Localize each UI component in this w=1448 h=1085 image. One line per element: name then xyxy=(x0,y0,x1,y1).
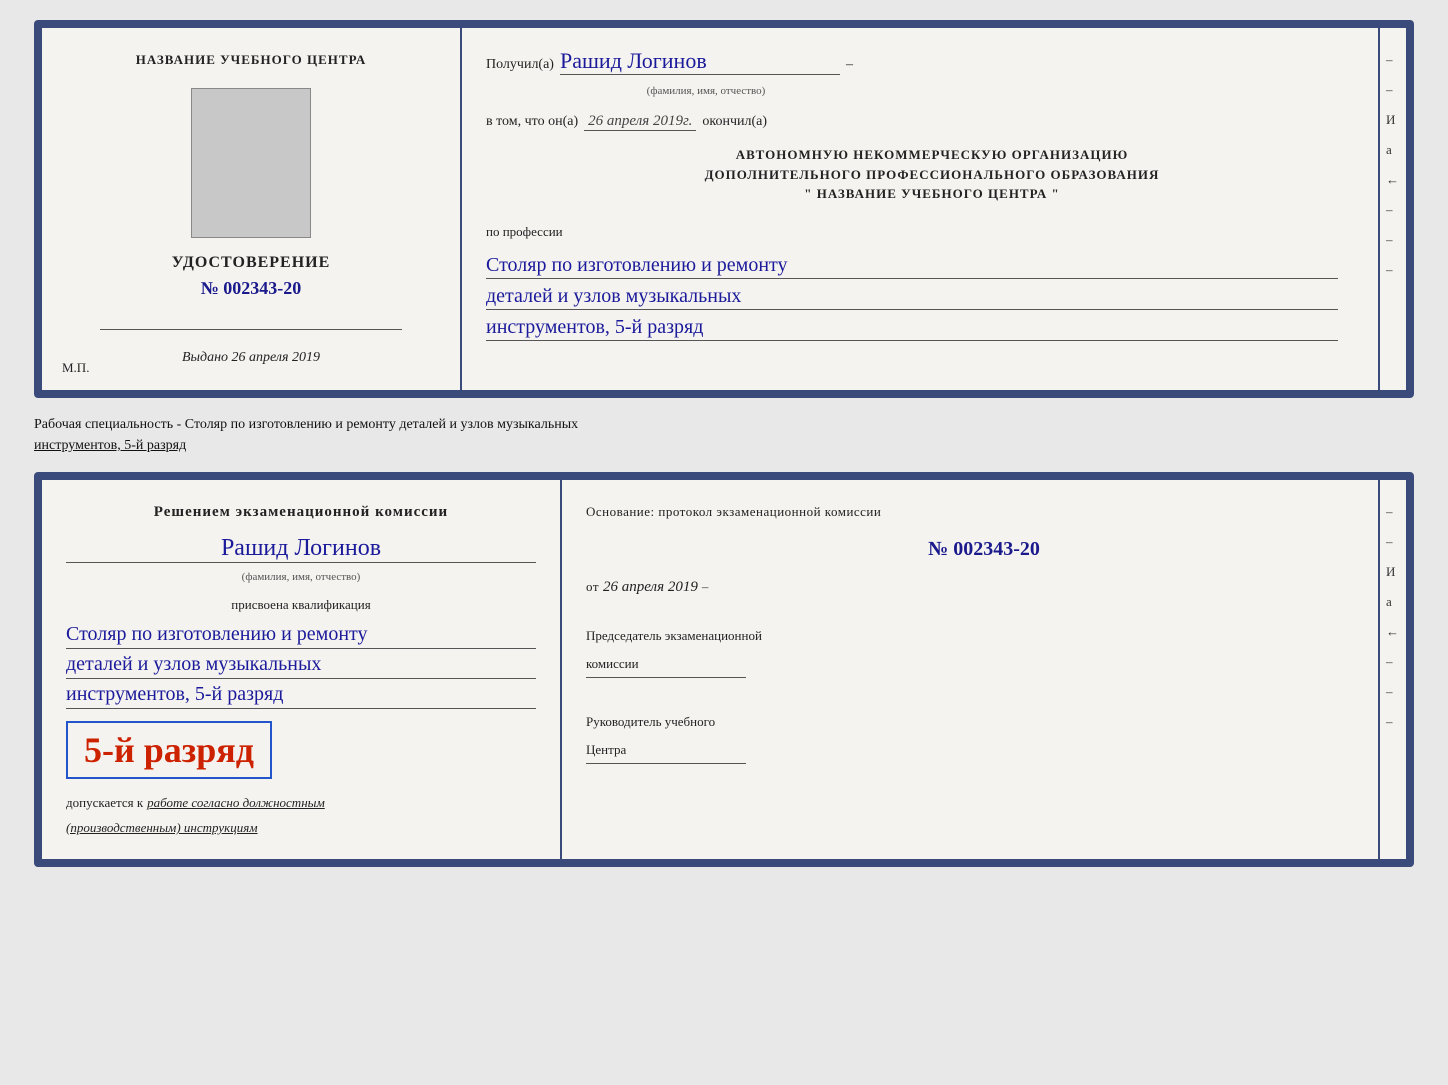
cert2-right-panel: Основание: протокол экзаменационной коми… xyxy=(562,480,1406,859)
cert1-number: № 002343-20 xyxy=(201,278,302,299)
cert1-vtom-label: в том, что он(а) xyxy=(486,114,578,130)
cert2-left-panel: Решением экзаменационной комиссии Рашид … xyxy=(42,480,562,859)
certificate-2: Решением экзаменационной комиссии Рашид … xyxy=(34,472,1414,867)
cert2-name-handwritten: Рашид Логинов xyxy=(66,535,536,563)
cert2-rukovoditel-label2: Центра xyxy=(586,740,1382,760)
cert2-rukovoditel-line xyxy=(586,763,746,764)
cert2-rukovoditel-label: Руководитель учебного xyxy=(586,712,1382,732)
cert1-profession-line1: Столяр по изготовлению и ремонту xyxy=(486,252,1338,279)
cert1-separator-line xyxy=(100,329,402,330)
cert1-name-handwritten: Рашид Логинов xyxy=(560,48,840,75)
cert2-ot-date: 26 апреля 2019 xyxy=(603,579,698,596)
cert1-profession-block: Столяр по изготовлению и ремонту деталей… xyxy=(486,250,1378,341)
cert2-qual-line1: Столяр по изготовлению и ремонту xyxy=(66,621,536,649)
cert2-predsedatel-block: Председатель экзаменационной комиссии xyxy=(586,618,1382,678)
cert2-dopusk-row2: (производственным) инструкциям xyxy=(66,819,536,837)
cert1-edge-letters: – – И а ← – – – xyxy=(1384,48,1402,282)
cert2-edge: – – И а ← – – – xyxy=(1378,480,1406,859)
cert1-dash: – xyxy=(846,57,853,73)
cert2-prisvoena-label: присвоена квалификация xyxy=(66,597,536,613)
cert1-vydano: Выдано 26 апреля 2019 xyxy=(182,350,320,366)
cert1-profession-line2: деталей и узлов музыкальных xyxy=(486,283,1338,310)
cert1-vtom-row: в том, что он(а) 26 апреля 2019г. окончи… xyxy=(486,113,1378,131)
cert1-recipient-row: Получил(а) Рашид Логинов – xyxy=(486,48,1378,75)
cert2-name-subtitle: (фамилия, имя, отчество) xyxy=(66,571,536,583)
cert1-left-panel: НАЗВАНИЕ УЧЕБНОГО ЦЕНТРА УДОСТОВЕРЕНИЕ №… xyxy=(42,28,462,390)
specialty-prefix: Рабочая специальность - Столяр по изгото… xyxy=(34,417,578,432)
cert2-heading: Решением экзаменационной комиссии xyxy=(66,502,536,523)
cert1-school-name: НАЗВАНИЕ УЧЕБНОГО ЦЕНТРА xyxy=(136,52,367,68)
cert2-rank-text: 5-й разряд xyxy=(84,730,254,770)
cert1-photo xyxy=(191,88,311,238)
cert1-org-block: АВТОНОМНУЮ НЕКОММЕРЧЕСКУЮ ОРГАНИЗАЦИЮ ДО… xyxy=(486,145,1378,204)
cert2-ot-label: от xyxy=(586,577,599,597)
certificate-1: НАЗВАНИЕ УЧЕБНОГО ЦЕНТРА УДОСТОВЕРЕНИЕ №… xyxy=(34,20,1414,398)
cert1-name-subtitle: (фамилия, имя, отчество) xyxy=(566,85,846,97)
cert2-predsedatel-label: Председатель экзаменационной xyxy=(586,626,1382,646)
cert2-predsedatel-line xyxy=(586,677,746,678)
cert1-okonchil-label: окончил(а) xyxy=(702,114,767,130)
cert1-org-line1: АВТОНОМНУЮ НЕКОММЕРЧЕСКУЮ ОРГАНИЗАЦИЮ xyxy=(486,145,1378,165)
cert1-po-professii: по профессии xyxy=(486,224,1378,240)
specialty-text-block: Рабочая специальность - Столяр по изгото… xyxy=(34,414,1414,456)
cert2-date-row: от 26 апреля 2019 – xyxy=(586,577,1382,597)
cert1-udostoverenie-label: УДОСТОВЕРЕНИЕ xyxy=(172,254,331,272)
cert1-org-line2: ДОПОЛНИТЕЛЬНОГО ПРОФЕССИОНАЛЬНОГО ОБРАЗО… xyxy=(486,165,1378,185)
cert1-poluchil-label: Получил(а) xyxy=(486,57,554,73)
cert1-vtom-date: 26 апреля 2019г. xyxy=(584,113,696,131)
cert2-dopusk-row: допускается к работе согласно должностны… xyxy=(66,795,536,811)
cert2-osnovanie-label: Основание: протокол экзаменационной коми… xyxy=(586,502,1382,522)
cert1-right-panel: Получил(а) Рашид Логинов – (фамилия, имя… xyxy=(462,28,1406,390)
specialty-suffix: инструментов, 5-й разряд xyxy=(34,438,186,453)
cert2-rank-box: 5-й разряд xyxy=(66,721,272,779)
cert2-rukovoditel-block: Руководитель учебного Центра xyxy=(586,704,1382,764)
cert2-predsedatel-label2: комиссии xyxy=(586,654,1382,674)
cert2-qual-line2: деталей и узлов музыкальных xyxy=(66,651,536,679)
cert1-edge: – – И а ← – – – xyxy=(1378,28,1406,390)
cert2-dopusk-italic2: (производственным) инструкциям xyxy=(66,820,258,835)
cert2-dopusk-italic: работе согласно должностным xyxy=(147,795,325,811)
cert2-qual-line3: инструментов, 5-й разряд xyxy=(66,681,536,709)
cert2-dopusk-prefix: допускается к xyxy=(66,795,143,811)
cert1-profession-line3: инструментов, 5-й разряд xyxy=(486,314,1338,341)
cert2-edge-letters: – – И а ← – – – xyxy=(1384,500,1402,734)
cert2-qual-block: Столяр по изготовлению и ремонту деталей… xyxy=(66,621,536,709)
cert1-org-line3: " НАЗВАНИЕ УЧЕБНОГО ЦЕНТРА " xyxy=(486,184,1378,204)
cert2-number: № 002343-20 xyxy=(586,538,1382,561)
cert1-mp: М.П. xyxy=(62,360,89,376)
